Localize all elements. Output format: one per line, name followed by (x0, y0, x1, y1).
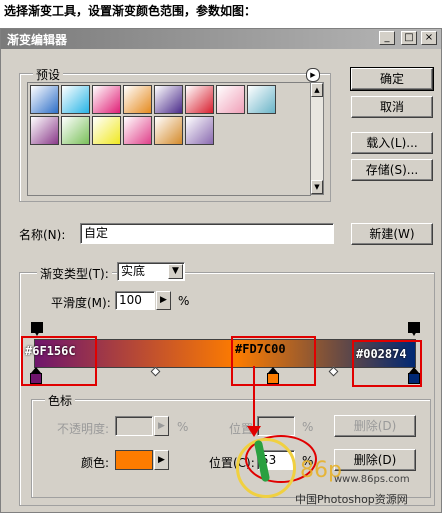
title-bar: 渐变编辑器 _ □ × (1, 29, 441, 49)
gradient-editor-window: 渐变编辑器 _ □ × 预设 ▶ ▲ ▼ 确定 取消 载入(L)... 存储(S… (0, 28, 442, 513)
smoothness-input[interactable]: 100 (115, 291, 155, 310)
preset-swatch[interactable] (61, 85, 90, 114)
new-button[interactable]: 新建(W) (351, 223, 433, 245)
preset-swatch[interactable] (92, 85, 121, 114)
preset-swatch[interactable] (185, 85, 214, 114)
preset-swatch[interactable] (30, 116, 59, 145)
preset-swatch[interactable] (61, 116, 90, 145)
watermark-site-name: 中国Photoshop资源网 (295, 493, 408, 506)
annotation-arrow-head (247, 426, 261, 437)
opacity-location-percent: % (302, 420, 314, 434)
preset-swatch[interactable] (185, 116, 214, 145)
gradient-type-label: 渐变类型(T): (37, 265, 112, 282)
annotation-arrow-line (253, 366, 255, 428)
dropdown-arrow-icon[interactable]: ▼ (168, 264, 183, 279)
opacity-input[interactable] (115, 416, 153, 436)
stops-legend: 色标 (45, 392, 76, 409)
presets-menu-icon[interactable]: ▶ (306, 68, 320, 82)
delete-color-stop-button[interactable]: 删除(D) (334, 449, 416, 471)
color-label: 颜色: (81, 456, 110, 470)
presets-legend: 预设 (33, 66, 64, 83)
opacity-percent: % (177, 420, 189, 434)
color-arrow-icon[interactable]: ▶ (154, 450, 169, 470)
opacity-stop-right-pointer (411, 331, 417, 336)
preset-swatch[interactable] (154, 85, 183, 114)
opacity-label: 不透明度: (57, 422, 110, 436)
watermark-url: www.86ps.com (334, 474, 410, 485)
stop2-hex-label: #FD7C00 (235, 342, 286, 356)
window-title: 渐变编辑器 (7, 33, 68, 47)
cancel-button[interactable]: 取消 (351, 96, 433, 118)
preset-swatch[interactable] (123, 85, 152, 114)
stop1-hex-label: #6F156C (25, 344, 76, 358)
smoothness-label: 平滑度(M): (51, 296, 111, 310)
scroll-up-icon[interactable]: ▲ (311, 83, 323, 97)
delete-opacity-stop-button[interactable]: 删除(D) (334, 415, 416, 437)
minimize-button[interactable]: _ (379, 31, 395, 45)
name-input[interactable]: 自定 (80, 223, 334, 244)
presets-scrollbar[interactable]: ▲ ▼ (310, 82, 324, 195)
preset-swatch[interactable] (216, 85, 245, 114)
preset-swatch[interactable] (123, 116, 152, 145)
opacity-arrow-icon[interactable]: ▶ (154, 416, 169, 436)
smoothness-percent: % (178, 294, 190, 308)
ok-button[interactable]: 确定 (350, 67, 434, 91)
presets-list (27, 82, 311, 196)
maximize-button[interactable]: □ (401, 31, 417, 45)
close-button[interactable]: × (421, 31, 437, 45)
preset-swatch[interactable] (92, 116, 121, 145)
name-label: 名称(N): (19, 228, 66, 242)
smoothness-arrow-icon[interactable]: ▶ (156, 291, 171, 310)
preset-swatch[interactable] (154, 116, 183, 145)
page-caption: 选择渐变工具，设置渐变颜色范围，参数如图： (4, 4, 257, 18)
save-button[interactable]: 存储(S)... (351, 159, 433, 181)
presets-row-2 (30, 116, 214, 145)
stop-color-swatch[interactable] (115, 450, 153, 470)
preset-swatch[interactable] (247, 85, 276, 114)
opacity-location-input[interactable] (257, 416, 295, 436)
stop3-hex-label: #002874 (356, 347, 407, 361)
scroll-down-icon[interactable]: ▼ (311, 180, 323, 194)
presets-row-1 (30, 85, 276, 114)
preset-swatch[interactable] (30, 85, 59, 114)
load-button[interactable]: 载入(L)... (351, 132, 433, 154)
